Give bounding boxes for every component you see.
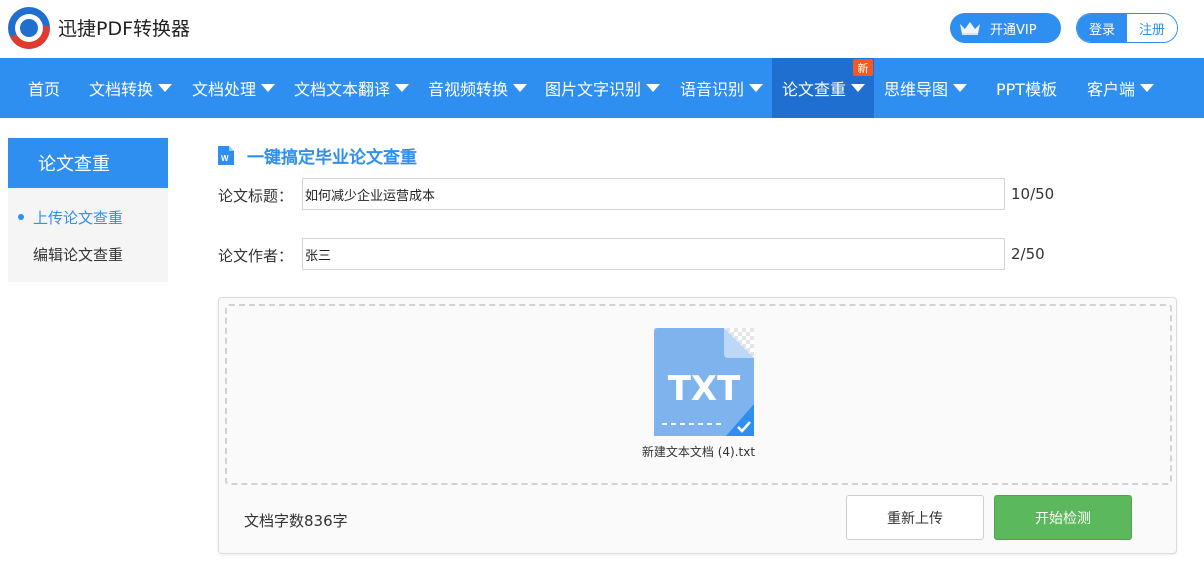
nav-label: 客户端 (1087, 80, 1136, 99)
nav-item-translate[interactable]: 文档文本翻译 (294, 58, 410, 118)
auth-group: 登录 注册 (1076, 13, 1178, 43)
nav-label: 文档文本翻译 (294, 80, 391, 99)
main-nav: 首页 文档转换 文档处理 文档文本翻译 音视频转换 图片文字识别 语音识别 论文… (0, 58, 1204, 118)
nav-item-av-convert[interactable]: 音视频转换 (428, 58, 528, 118)
file-name: 新建文本文档 (4).txt (641, 445, 756, 459)
chevron-down-icon (261, 84, 276, 92)
sidebar-item-upload-check[interactable]: 上传论文查重 (8, 202, 168, 232)
section-title-text: 一键搞定毕业论文查重 (247, 148, 417, 168)
nav-label: 语音识别 (680, 80, 745, 99)
open-vip-button[interactable]: 开通VIP (950, 13, 1061, 43)
chevron-down-icon (851, 84, 866, 92)
author-field-label: 论文作者： (218, 247, 294, 265)
upload-card: TXT 新建文本文档 (4).txt 文档字数836字 重新上传 开始检测 (218, 297, 1177, 554)
nav-item-client[interactable]: 客户端 (1087, 58, 1155, 118)
chevron-down-icon (158, 84, 173, 92)
top-header: 迅捷PDF转换器 开通VIP 登录 注册 (0, 0, 1204, 58)
vip-label: 开通VIP (990, 22, 1037, 38)
sidebar-item-label: 编辑论文查重 (33, 245, 124, 264)
nav-item-doc-convert[interactable]: 文档转换 (89, 58, 173, 118)
app-title: 迅捷PDF转换器 (58, 18, 191, 40)
register-button[interactable]: 注册 (1127, 14, 1177, 42)
login-button[interactable]: 登录 (1077, 14, 1127, 42)
reupload-button[interactable]: 重新上传 (846, 495, 984, 540)
new-badge: 新 (853, 59, 873, 76)
nav-item-ppt-template[interactable]: PPT模板 (996, 58, 1057, 118)
chevron-down-icon (513, 84, 528, 92)
active-dot-icon (18, 214, 24, 220)
nav-item-ocr[interactable]: 图片文字识别 (545, 58, 661, 118)
chevron-down-icon (395, 84, 410, 92)
title-char-count: 10/50 (1011, 185, 1055, 203)
nav-label: 文档处理 (192, 80, 257, 99)
author-input[interactable]: 张三 (302, 238, 1005, 270)
nav-item-speech[interactable]: 语音识别 (680, 58, 764, 118)
file-type-label: TXT (668, 369, 741, 409)
author-char-count: 2/50 (1011, 245, 1045, 263)
sidebar: 论文查重 上传论文查重 编辑论文查重 (8, 138, 168, 282)
chevron-down-icon (1140, 84, 1155, 92)
nav-label: 文档转换 (89, 80, 154, 99)
nav-item-doc-process[interactable]: 文档处理 (192, 58, 276, 118)
file-dropzone[interactable]: TXT 新建文本文档 (4).txt (225, 304, 1172, 485)
chevron-down-icon (646, 84, 661, 92)
nav-item-mindmap[interactable]: 思维导图 (884, 58, 968, 118)
title-field-label: 论文标题： (218, 187, 294, 205)
nav-label: 音视频转换 (428, 80, 509, 99)
app-logo-icon[interactable] (8, 7, 50, 49)
sidebar-item-edit-check[interactable]: 编辑论文查重 (8, 239, 168, 269)
chevron-down-icon (953, 84, 968, 92)
start-check-button[interactable]: 开始检测 (994, 495, 1132, 540)
title-input[interactable]: 如何减少企业运营成本 (302, 178, 1005, 210)
chevron-down-icon (749, 84, 764, 92)
section-title: W 一键搞定毕业论文查重 (218, 143, 417, 168)
nav-item-home[interactable]: 首页 (28, 58, 60, 118)
word-count: 文档字数836字 (244, 512, 348, 530)
nav-label: 思维导图 (884, 80, 949, 99)
crown-icon (960, 22, 980, 35)
nav-label: PPT模板 (996, 80, 1058, 99)
nav-label: 首页 (28, 80, 61, 99)
sidebar-title: 论文查重 (8, 138, 168, 188)
svg-text:W: W (221, 154, 229, 163)
sidebar-item-label: 上传论文查重 (33, 208, 124, 227)
nav-label: 论文查重 (782, 80, 847, 99)
nav-label: 图片文字识别 (545, 80, 642, 99)
word-doc-icon: W (218, 146, 234, 165)
txt-file-icon: TXT (654, 328, 754, 436)
